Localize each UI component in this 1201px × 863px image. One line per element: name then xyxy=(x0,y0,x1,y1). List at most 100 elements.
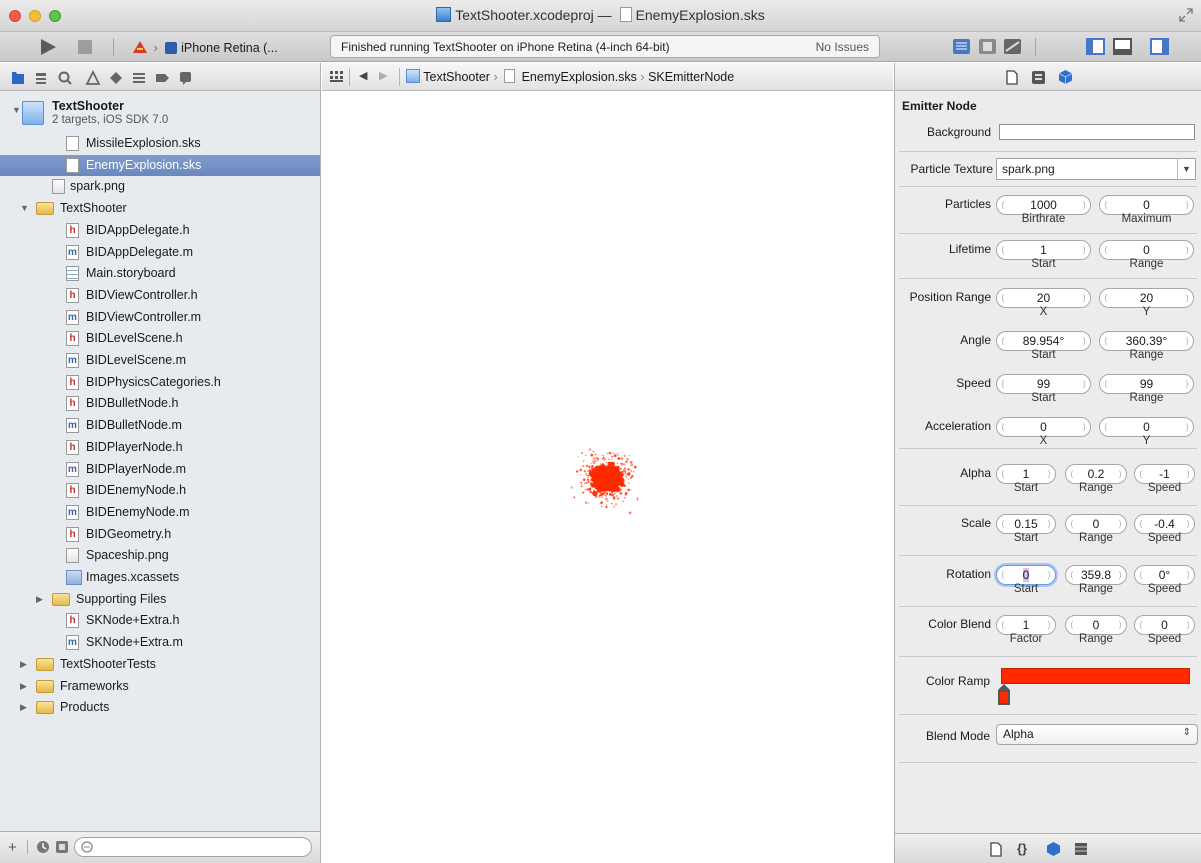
file-inspector-icon[interactable] xyxy=(1005,70,1019,85)
background-color-well[interactable] xyxy=(999,124,1195,140)
decrement-icon[interactable]: ⟨ xyxy=(1139,515,1143,533)
disclosure-closed-icon[interactable]: ▶ xyxy=(20,702,27,713)
navigator-item[interactable]: ▶ Frameworks xyxy=(0,676,320,697)
increment-icon[interactable]: ⟩ xyxy=(1082,418,1086,436)
increment-icon[interactable]: ⟩ xyxy=(1185,332,1189,350)
project-root[interactable]: ▼ TextShooter 2 targets, iOS SDK 7.0 xyxy=(0,97,320,133)
increment-icon[interactable]: ⟩ xyxy=(1185,289,1189,307)
navigator-item[interactable]: m BIDBulletNode.m xyxy=(0,415,320,436)
stop-icon[interactable] xyxy=(78,40,92,54)
assistant-editor-icon[interactable] xyxy=(978,37,998,57)
navigator-item[interactable]: m BIDPlayerNode.m xyxy=(0,459,320,480)
alpha-start-stepper[interactable]: ⟨ 1 ⟩ xyxy=(996,464,1056,484)
navigator-item[interactable]: h BIDBulletNode.h xyxy=(0,393,320,414)
add-icon[interactable]: + xyxy=(8,839,17,856)
navigator-item[interactable]: h BIDPhysicsCategories.h xyxy=(0,372,320,393)
navigator-item[interactable]: m SKNode+Extra.m xyxy=(0,632,320,653)
navigator-item[interactable]: ▶ TextShooterTests xyxy=(0,654,320,675)
speed-start-stepper[interactable]: ⟨ 99 ⟩ xyxy=(996,374,1091,394)
increment-icon[interactable]: ⟩ xyxy=(1185,375,1189,393)
rotation-range-stepper[interactable]: ⟨ 359.8 ⟩ xyxy=(1065,565,1127,585)
color-ramp-stop[interactable] xyxy=(996,683,1012,707)
increment-icon[interactable]: ⟩ xyxy=(1047,465,1051,483)
navigator-item[interactable]: ▶ Products xyxy=(0,697,320,718)
increment-icon[interactable]: ⟩ xyxy=(1082,196,1086,214)
toggle-debug-area-icon[interactable] xyxy=(1113,37,1133,57)
file-template-library-icon[interactable] xyxy=(989,842,1003,857)
particle-texture-field[interactable]: spark.png ▼ xyxy=(996,158,1196,180)
decrement-icon[interactable]: ⟨ xyxy=(1070,515,1074,533)
decrement-icon[interactable]: ⟨ xyxy=(1070,566,1074,584)
particles-birthrate-stepper[interactable]: ⟨ 1000 ⟩ xyxy=(996,195,1091,215)
angle-range-stepper[interactable]: ⟨ 360.39° ⟩ xyxy=(1099,331,1194,351)
increment-icon[interactable]: ⟩ xyxy=(1082,332,1086,350)
increment-icon[interactable]: ⟩ xyxy=(1185,196,1189,214)
color-blend-factor-stepper[interactable]: ⟨ 1 ⟩ xyxy=(996,615,1056,635)
forward-icon[interactable]: ▶ xyxy=(379,69,387,82)
toggle-navigator-icon[interactable] xyxy=(1086,37,1106,57)
navigator-item[interactable]: h BIDLevelScene.h xyxy=(0,328,320,349)
acceleration-y-stepper[interactable]: ⟨ 0 ⟩ xyxy=(1099,417,1194,437)
decrement-icon[interactable]: ⟨ xyxy=(1104,196,1108,214)
color-ramp-gradient[interactable] xyxy=(1001,668,1190,684)
code-snippet-library-icon[interactable]: {} xyxy=(1017,841,1027,856)
increment-icon[interactable]: ⟩ xyxy=(1118,465,1122,483)
decrement-icon[interactable]: ⟨ xyxy=(1070,616,1074,634)
decrement-icon[interactable]: ⟨ xyxy=(1001,616,1005,634)
scale-start-stepper[interactable]: ⟨ 0.15 ⟩ xyxy=(996,514,1056,534)
navigator-item[interactable]: h BIDEnemyNode.h xyxy=(0,480,320,501)
decrement-icon[interactable]: ⟨ xyxy=(1139,465,1143,483)
decrement-icon[interactable]: ⟨ xyxy=(1001,465,1005,483)
navigator-item[interactable]: h BIDGeometry.h xyxy=(0,524,320,545)
decrement-icon[interactable]: ⟨ xyxy=(1001,241,1005,259)
decrement-icon[interactable]: ⟨ xyxy=(1001,332,1005,350)
navigator-tabs[interactable] xyxy=(0,63,320,91)
decrement-icon[interactable]: ⟨ xyxy=(1139,616,1143,634)
decrement-icon[interactable]: ⟨ xyxy=(1001,418,1005,436)
quick-help-icon[interactable] xyxy=(1031,70,1046,85)
increment-icon[interactable]: ⟩ xyxy=(1186,616,1190,634)
related-items-icon[interactable] xyxy=(330,71,344,83)
increment-icon[interactable]: ⟩ xyxy=(1047,566,1051,584)
toggle-utilities-icon[interactable] xyxy=(1150,37,1170,57)
particle-editor-canvas[interactable] xyxy=(322,91,893,863)
increment-icon[interactable]: ⟩ xyxy=(1185,418,1189,436)
run-icon[interactable] xyxy=(38,37,58,57)
scale-speed-stepper[interactable]: ⟨ -0.4 ⟩ xyxy=(1134,514,1195,534)
media-library-icon[interactable] xyxy=(1074,842,1088,856)
rotation-speed-stepper[interactable]: ⟨ 0° ⟩ xyxy=(1134,565,1195,585)
increment-icon[interactable]: ⟩ xyxy=(1082,241,1086,259)
position-range-x-stepper[interactable]: ⟨ 20 ⟩ xyxy=(996,288,1091,308)
acceleration-x-stepper[interactable]: ⟨ 0 ⟩ xyxy=(996,417,1091,437)
back-icon[interactable]: ◀ xyxy=(359,69,367,82)
navigator-item[interactable]: EnemyExplosion.sks xyxy=(0,154,320,176)
disclosure-closed-icon[interactable]: ▶ xyxy=(20,681,27,692)
increment-icon[interactable]: ⟩ xyxy=(1185,241,1189,259)
breadcrumb-project[interactable]: TextShooter xyxy=(423,70,490,84)
chevron-down-icon[interactable]: ▼ xyxy=(1177,159,1195,179)
position-range-y-stepper[interactable]: ⟨ 20 ⟩ xyxy=(1099,288,1194,308)
navigator-item[interactable]: m BIDEnemyNode.m xyxy=(0,502,320,523)
navigator-item[interactable]: spark.png xyxy=(0,176,320,197)
disclosure-closed-icon[interactable]: ▶ xyxy=(20,659,27,670)
alpha-speed-stepper[interactable]: ⟨ -1 ⟩ xyxy=(1134,464,1195,484)
decrement-icon[interactable]: ⟨ xyxy=(1001,196,1005,214)
decrement-icon[interactable]: ⟨ xyxy=(1104,289,1108,307)
alpha-range-stepper[interactable]: ⟨ 0.2 ⟩ xyxy=(1065,464,1127,484)
decrement-icon[interactable]: ⟨ xyxy=(1104,241,1108,259)
decrement-icon[interactable]: ⟨ xyxy=(1001,566,1005,584)
navigator-item[interactable]: m BIDLevelScene.m xyxy=(0,350,320,371)
navigator-item[interactable]: Images.xcassets xyxy=(0,567,320,588)
decrement-icon[interactable]: ⟨ xyxy=(1001,289,1005,307)
decrement-icon[interactable]: ⟨ xyxy=(1104,418,1108,436)
source-control-filter-icon[interactable] xyxy=(55,840,69,854)
version-editor-icon[interactable] xyxy=(1003,37,1023,57)
navigator-item[interactable]: Spaceship.png xyxy=(0,545,320,566)
navigator-item[interactable]: m BIDAppDelegate.m xyxy=(0,242,320,263)
standard-editor-icon[interactable] xyxy=(952,37,972,57)
increment-icon[interactable]: ⟩ xyxy=(1186,566,1190,584)
recent-files-icon[interactable] xyxy=(36,840,50,854)
decrement-icon[interactable]: ⟨ xyxy=(1070,465,1074,483)
navigator-item[interactable]: h BIDViewController.h xyxy=(0,285,320,306)
disclosure-closed-icon[interactable]: ▶ xyxy=(36,594,43,605)
